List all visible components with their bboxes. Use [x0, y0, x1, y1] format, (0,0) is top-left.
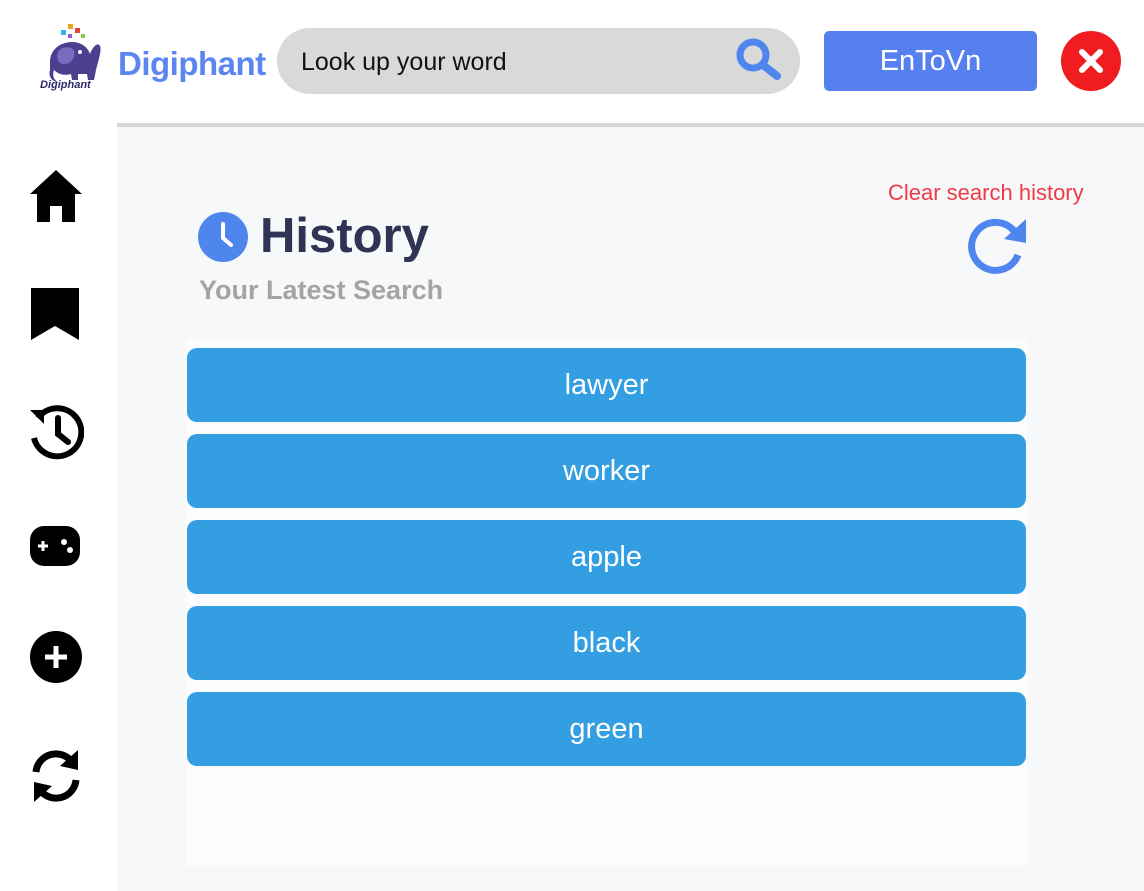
gamepad-icon[interactable] [28, 518, 84, 574]
history-item-apple[interactable]: apple [187, 520, 1026, 594]
page-title: History [260, 209, 429, 263]
search-icon[interactable] [735, 37, 783, 81]
digiphant-logo: Digiphant [38, 22, 108, 94]
history-item-black[interactable]: black [187, 606, 1026, 680]
history-item-lawyer[interactable]: lawyer [187, 348, 1026, 422]
search-input[interactable] [299, 28, 733, 96]
sync-icon[interactable] [28, 748, 84, 804]
close-icon[interactable] [1061, 31, 1121, 91]
clear-history-label[interactable]: Clear search history [888, 178, 1084, 208]
history-item-worker[interactable]: worker [187, 434, 1026, 508]
redo-icon[interactable] [964, 215, 1030, 281]
search-bar [277, 28, 800, 96]
brand-name: Digiphant [118, 45, 266, 82]
clock-icon [198, 212, 248, 262]
history-item-green[interactable]: green [187, 692, 1026, 766]
page-subtitle: Your Latest Search [199, 275, 444, 305]
bookmark-icon[interactable] [28, 286, 84, 342]
history-icon[interactable] [28, 404, 85, 460]
language-toggle-button[interactable]: EnToVn [824, 31, 1037, 91]
home-icon[interactable] [28, 168, 84, 224]
plus-circle-icon[interactable] [28, 628, 84, 684]
logo-caption: Digiphant [40, 79, 91, 91]
